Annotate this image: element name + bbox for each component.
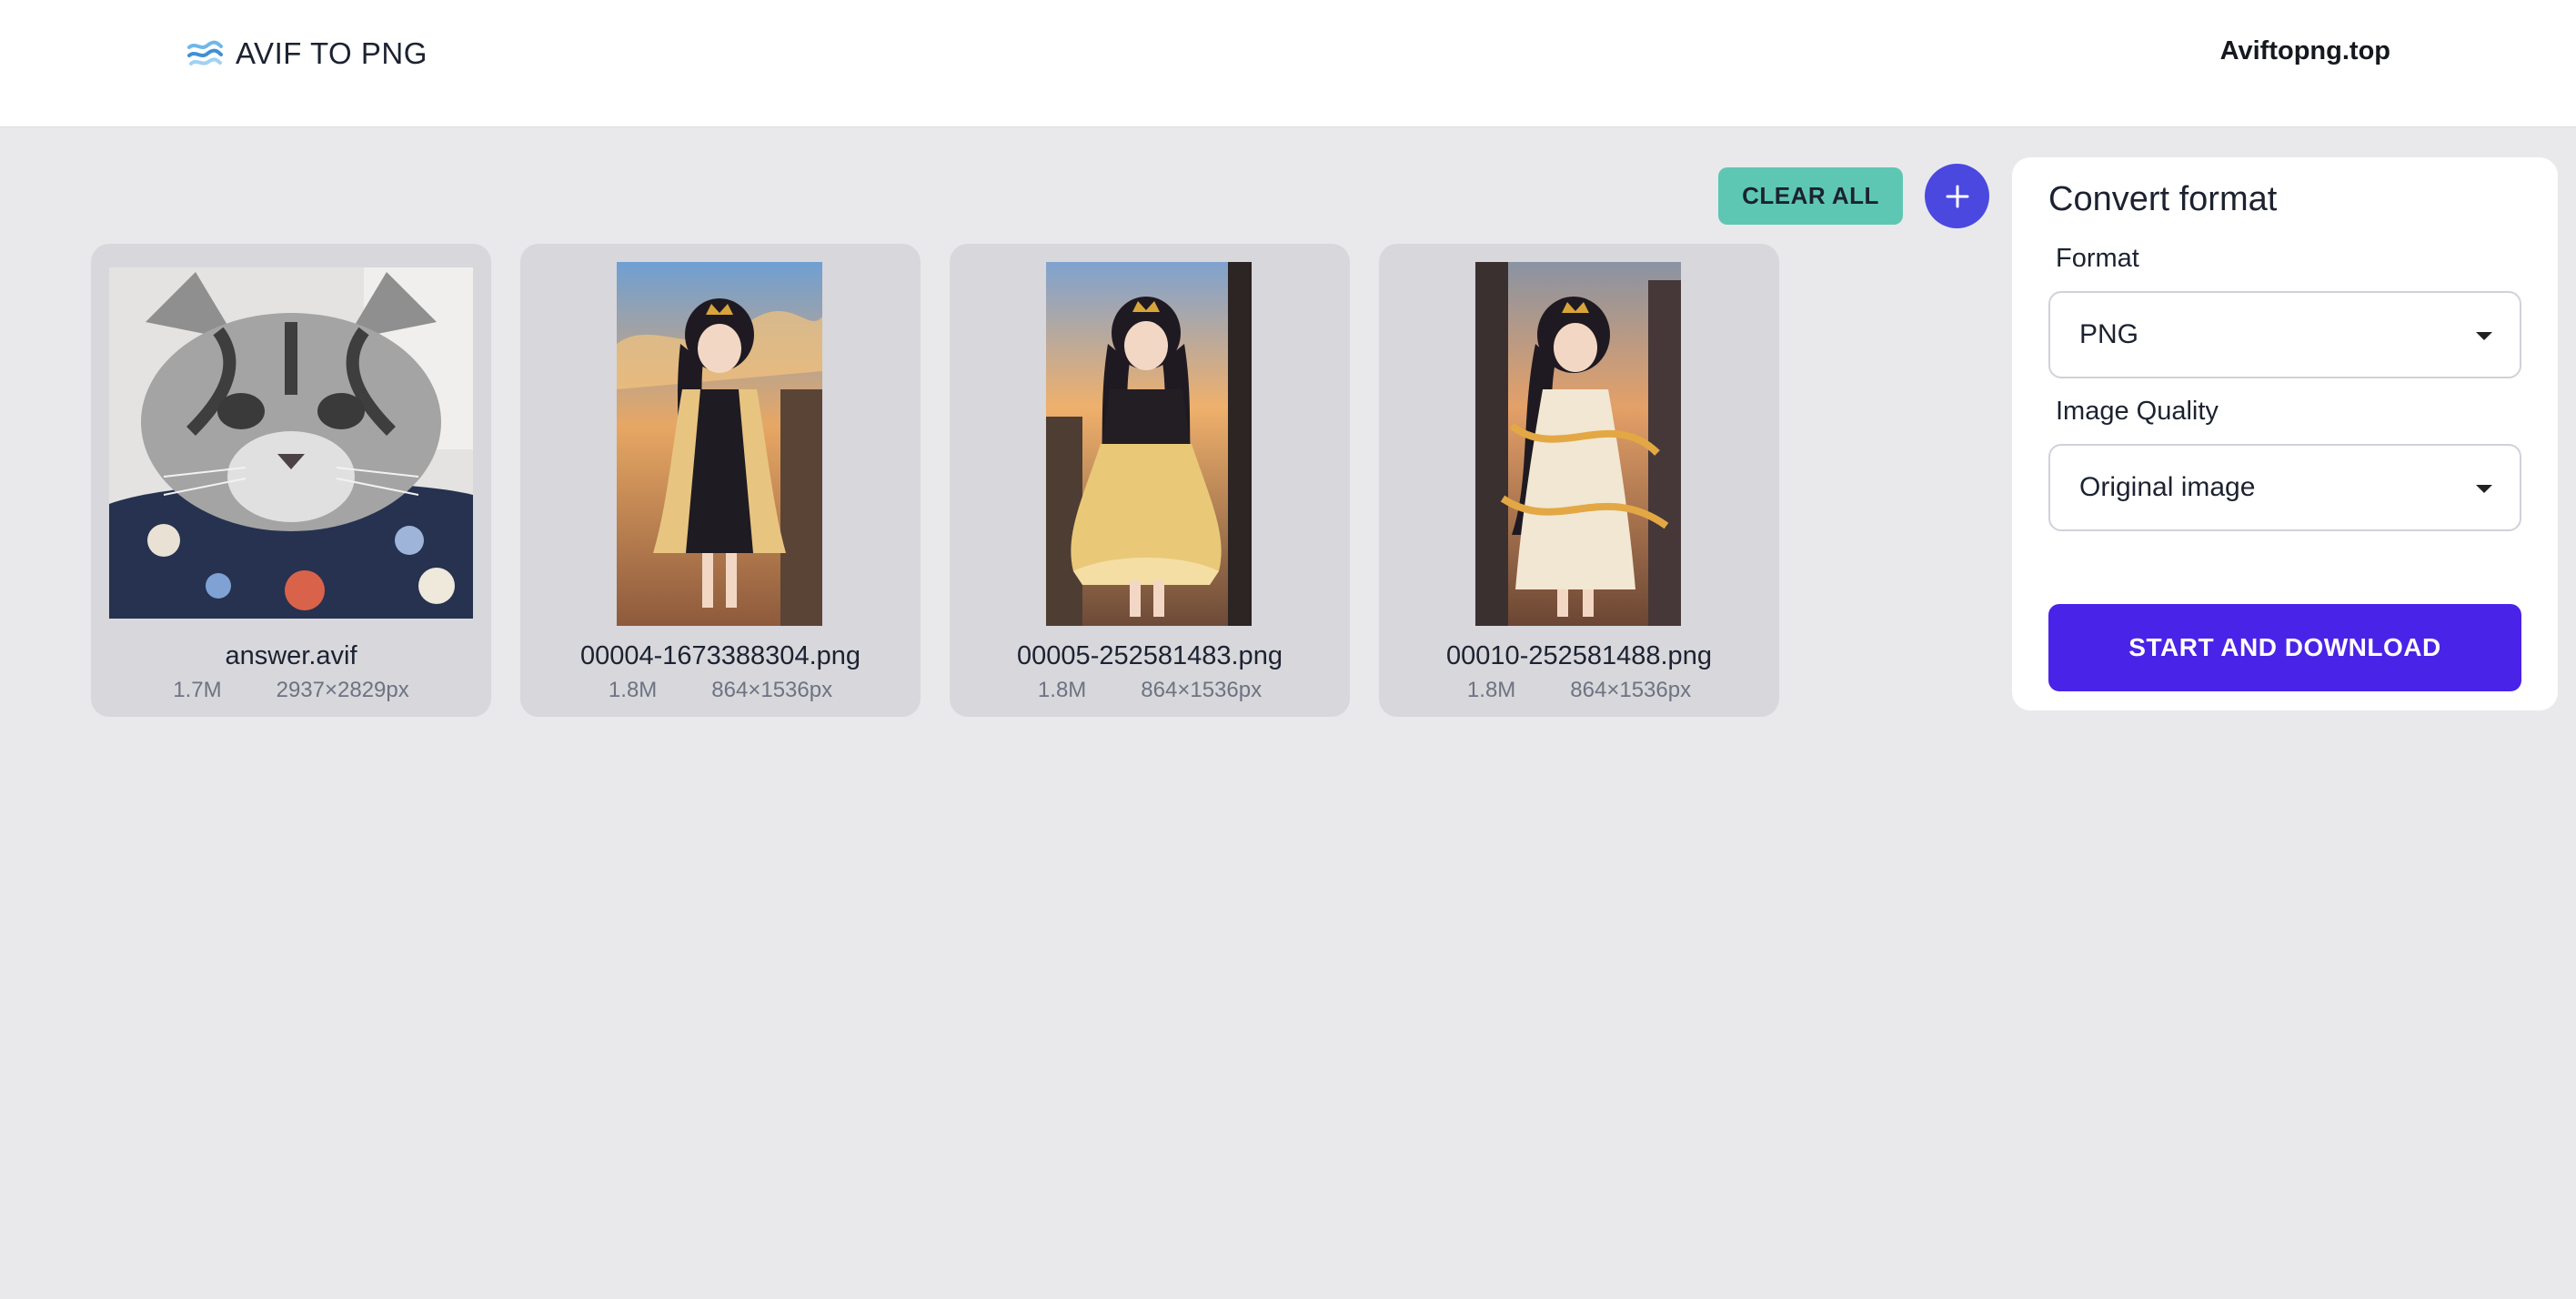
format-label: Format: [2056, 244, 2139, 273]
site-link[interactable]: Aviftopng.top: [2220, 36, 2390, 66]
file-meta: 1.8M 864×1536px: [520, 678, 921, 703]
caret-down-icon: [2476, 485, 2492, 493]
app-title: AVIF TO PNG: [236, 36, 428, 70]
file-name: 00010-252581488.png: [1446, 641, 1712, 670]
file-meta: 1.8M 864×1536px: [1379, 678, 1779, 703]
file-card[interactable]: 00010-252581488.png 1.8M 864×1536px: [1379, 244, 1779, 717]
file-meta: 1.7M 2937×2829px: [91, 678, 491, 703]
file-dimensions: 864×1536px: [1141, 678, 1263, 702]
file-name: answer.avif: [225, 641, 357, 670]
file-size: 1.7M: [173, 678, 222, 702]
file-thumbnail: [1475, 262, 1681, 626]
panel-title: Convert format: [2048, 180, 2278, 218]
file-name: 00004-1673388304.png: [579, 641, 861, 670]
file-card[interactable]: 00005-252581483.png 1.8M 864×1536px: [950, 244, 1350, 717]
plus-icon: [1946, 185, 1968, 207]
file-dimensions: 864×1536px: [1570, 678, 1692, 702]
start-download-button[interactable]: START AND DOWNLOAD: [2048, 604, 2521, 691]
file-dimensions: 864×1536px: [711, 678, 833, 702]
brand[interactable]: AVIF TO PNG: [186, 33, 428, 75]
caret-down-icon: [2476, 332, 2492, 340]
file-card[interactable]: answer.avif 1.7M 2937×2829px: [91, 244, 491, 717]
waves-logo-icon: [187, 40, 223, 65]
file-thumbnail: [1046, 262, 1252, 626]
file-dimensions: 2937×2829px: [276, 678, 409, 702]
file-meta: 1.8M 864×1536px: [950, 678, 1350, 703]
quality-value: Original image: [2079, 472, 2256, 502]
file-card[interactable]: 00004-1673388304.png 1.8M 864×1536px: [520, 244, 921, 717]
clear-all-button[interactable]: CLEAR ALL: [1718, 167, 1903, 225]
file-thumbnail: [109, 267, 473, 619]
file-size: 1.8M: [1466, 678, 1516, 702]
top-bar: AVIF TO PNG Aviftopng.top: [0, 0, 2576, 127]
file-size: 1.8M: [1037, 678, 1087, 702]
file-name: 00005-252581483.png: [1017, 641, 1283, 670]
quality-label: Image Quality: [2056, 397, 2219, 426]
convert-panel: Convert format Format PNG Image Quality …: [2012, 157, 2558, 710]
add-file-button[interactable]: [1925, 164, 1989, 228]
file-size: 1.8M: [608, 678, 658, 702]
format-select[interactable]: PNG: [2048, 291, 2521, 378]
format-value: PNG: [2079, 319, 2139, 349]
quality-select[interactable]: Original image: [2048, 444, 2521, 531]
file-thumbnail: [617, 262, 822, 626]
